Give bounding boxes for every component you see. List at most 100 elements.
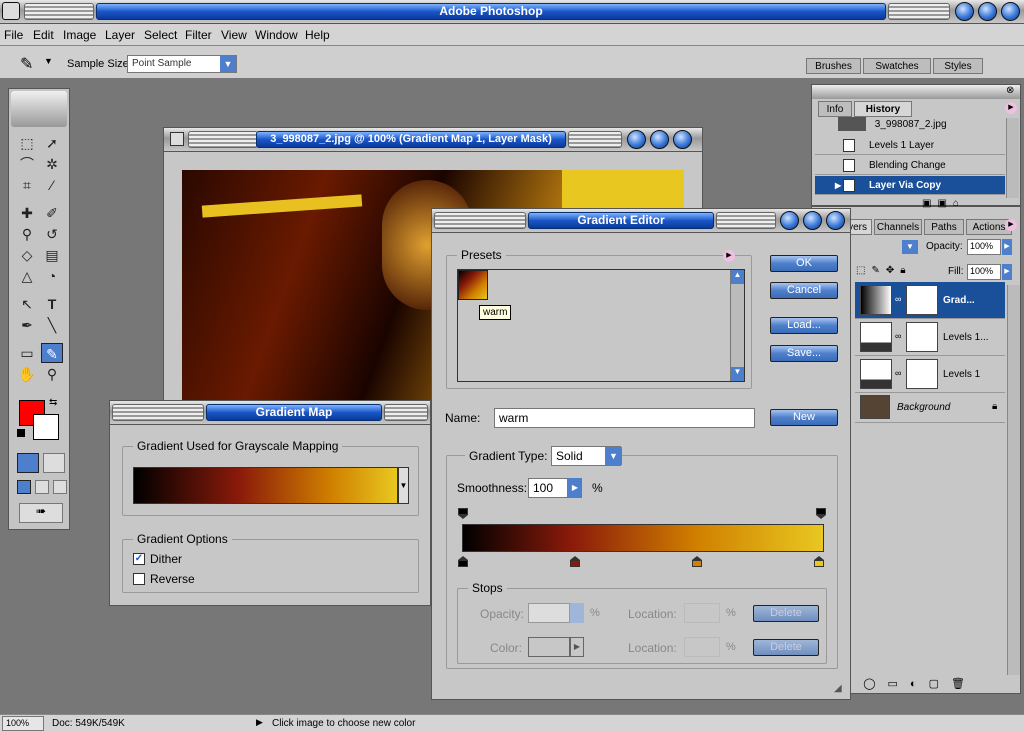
scroll-up-icon[interactable]: ▲ <box>731 270 744 284</box>
gradient-dropdown-icon[interactable]: ▼ <box>398 467 409 504</box>
screen-mode-full-icon[interactable] <box>53 480 67 494</box>
save-button[interactable]: Save... <box>770 345 838 362</box>
screen-mode-standard-icon[interactable] <box>17 480 31 494</box>
history-brush-icon[interactable]: ↺ <box>41 224 63 244</box>
opacity-stop-right[interactable] <box>816 508 826 519</box>
preset-warm-swatch[interactable] <box>458 270 488 300</box>
type-icon[interactable]: T <box>41 294 63 314</box>
opacity-delete-button[interactable]: Delete <box>753 605 819 622</box>
history-item[interactable]: Levels 1 Layer <box>815 136 1005 155</box>
tab-channels[interactable]: Channels <box>874 219 922 235</box>
history-scrollbar[interactable] <box>1006 118 1019 198</box>
jump-to-imageready-icon[interactable]: ➠ <box>19 503 63 523</box>
smoothness-input[interactable]: 100 <box>528 478 568 498</box>
color-stop[interactable] <box>814 556 824 567</box>
color-stop[interactable] <box>570 556 580 567</box>
opacity-stop-left[interactable] <box>458 508 468 519</box>
healing-icon[interactable]: ✚ <box>16 203 38 223</box>
cancel-button[interactable]: Cancel <box>770 282 838 299</box>
menu-filter[interactable]: Filter <box>185 28 212 42</box>
path-select-icon[interactable]: ↖ <box>16 294 38 314</box>
history-close-icon[interactable]: ⊗ <box>1006 85 1014 96</box>
stamp-icon[interactable]: ⚲ <box>16 224 38 244</box>
layer-row[interactable]: ∞ Levels 1 <box>855 356 1005 393</box>
dither-checkbox[interactable]: ✓ <box>133 553 145 565</box>
color-stop[interactable] <box>692 556 702 567</box>
crop-icon[interactable]: ⌗ <box>16 175 38 195</box>
move-icon[interactable]: ➚ <box>41 133 63 153</box>
document-icon[interactable] <box>170 132 184 146</box>
standard-mode-icon[interactable] <box>17 453 39 473</box>
zoom-field[interactable]: 100% <box>2 716 44 731</box>
color-delete-button[interactable]: Delete <box>753 639 819 656</box>
eraser-icon[interactable]: ◇ <box>16 245 38 265</box>
gradient-icon[interactable]: ▤ <box>41 245 63 265</box>
load-button[interactable]: Load... <box>770 317 838 334</box>
dither-label[interactable]: Dither <box>150 552 182 566</box>
lock-icons[interactable]: ⬚✎✥🔒︎ <box>856 265 912 276</box>
screen-mode-full-menu-icon[interactable] <box>35 480 49 494</box>
quickmask-mode-icon[interactable] <box>43 453 65 473</box>
menu-help[interactable]: Help <box>305 28 330 42</box>
tab-info[interactable]: Info <box>818 101 852 117</box>
photoshop-logo-icon[interactable] <box>2 2 20 20</box>
tab-history[interactable]: History <box>854 101 912 117</box>
reverse-checkbox[interactable] <box>133 573 145 585</box>
layer-row-selected[interactable]: ∞ Grad... <box>855 282 1005 319</box>
blend-mode-dropdown-icon[interactable]: ▼ <box>902 240 918 254</box>
history-menu-icon[interactable]: ▶ <box>1005 102 1017 114</box>
new-button[interactable]: New <box>770 409 838 426</box>
menu-edit[interactable]: Edit <box>33 28 54 42</box>
history-item[interactable]: Blending Change <box>815 156 1005 175</box>
layers-scrollbar[interactable] <box>1007 285 1020 675</box>
zoom-icon[interactable]: ⚲ <box>41 364 63 384</box>
layers-menu-icon[interactable]: ▶ <box>1005 219 1017 231</box>
presets-scrollbar[interactable]: ▲ ▼ <box>730 270 744 381</box>
magic-wand-icon[interactable]: ✲ <box>41 154 63 174</box>
menu-window[interactable]: Window <box>255 28 298 42</box>
eyedropper-tool-icon[interactable]: ✎ <box>41 343 63 363</box>
menu-image[interactable]: Image <box>63 28 96 42</box>
line-icon[interactable]: ╲ <box>41 315 63 335</box>
hand-icon[interactable]: ✋ <box>16 364 38 384</box>
reverse-label[interactable]: Reverse <box>150 572 195 586</box>
menu-file[interactable]: File <box>4 28 23 42</box>
layer-row-background[interactable]: Background 🔒︎ <box>855 393 1005 423</box>
slice-icon[interactable]: ⁄ <box>41 175 63 195</box>
background-color-swatch[interactable] <box>33 414 59 440</box>
lasso-icon[interactable]: ⌒ <box>16 154 38 174</box>
status-arrow-icon[interactable]: ▶ <box>256 717 263 728</box>
doc-size[interactable]: Doc: 549K/549K <box>52 718 125 729</box>
eyedropper-icon[interactable]: ✎ <box>20 54 33 74</box>
gradient-bar[interactable] <box>462 524 824 552</box>
swap-colors-icon[interactable]: ⇆ <box>49 397 57 408</box>
presets-menu-icon[interactable]: ▶ <box>723 250 735 262</box>
ge-maximize-button[interactable] <box>803 211 822 230</box>
resize-grip-icon[interactable]: ◢ <box>834 683 842 694</box>
gradient-type-dropdown-icon[interactable]: ▼ <box>605 447 622 465</box>
blur-icon[interactable]: △ <box>16 266 38 286</box>
minimize-button[interactable] <box>955 2 974 21</box>
sample-size-dropdown-icon[interactable]: ▼ <box>220 56 236 72</box>
layer-row[interactable]: ∞ Levels 1... <box>855 319 1005 356</box>
menu-layer[interactable]: Layer <box>105 28 135 42</box>
name-input[interactable]: warm <box>494 408 755 428</box>
brush-icon[interactable]: ✐ <box>41 203 63 223</box>
tab-styles[interactable]: Styles <box>933 58 983 74</box>
doc-close-button[interactable] <box>673 130 692 149</box>
menu-view[interactable]: View <box>221 28 247 42</box>
fill-field[interactable]: 100% <box>967 264 1001 280</box>
smoothness-arrow-icon[interactable]: ▶ <box>568 478 582 498</box>
default-colors-icon[interactable] <box>17 429 25 437</box>
maximize-button[interactable] <box>978 2 997 21</box>
ge-minimize-button[interactable] <box>780 211 799 230</box>
menu-select[interactable]: Select <box>144 28 177 42</box>
fill-arrow-icon[interactable]: ▶ <box>1002 264 1012 280</box>
pen-icon[interactable]: ✒ <box>16 315 38 335</box>
chevron-down-icon[interactable]: ▼ <box>44 56 53 66</box>
doc-maximize-button[interactable] <box>650 130 669 149</box>
ge-close-button[interactable] <box>826 211 845 230</box>
notes-icon[interactable]: ▭ <box>16 343 38 363</box>
tab-paths[interactable]: Paths <box>924 219 964 235</box>
tab-swatches[interactable]: Swatches <box>863 58 931 74</box>
